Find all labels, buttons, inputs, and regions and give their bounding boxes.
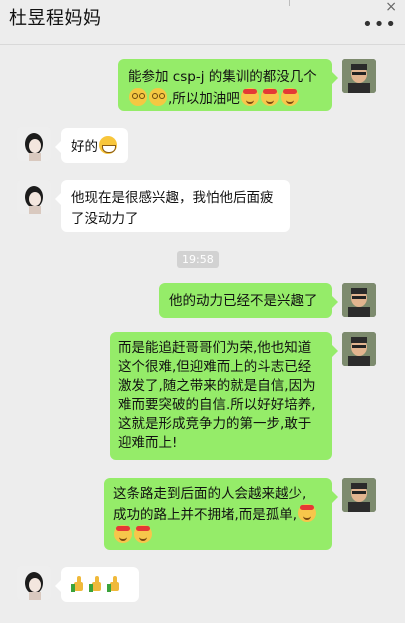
message-line: 这就是形成竞争力的第一步,敢于 <box>118 416 312 432</box>
fist-headband-icon <box>260 88 279 106</box>
avatar-me[interactable] <box>342 332 376 366</box>
message-bubble-outgoing[interactable]: 他的动力已经不是兴趣了 <box>159 283 338 318</box>
avatar-me[interactable] <box>342 478 376 512</box>
chat-title: 杜昱程妈妈 <box>9 8 102 29</box>
close-icon[interactable]: × <box>385 0 397 14</box>
fist-headband-icon <box>280 88 299 106</box>
avatar-me[interactable] <box>342 59 376 93</box>
message-bubble-outgoing[interactable]: 这条路走到后面的人会越来越少, 成功的路上并不拥堵,而是孤单, <box>104 478 338 550</box>
thumbs-up-icon <box>107 576 123 592</box>
message-line-3 <box>113 525 323 546</box>
header-divider <box>0 44 405 45</box>
message-text: 好的 <box>71 139 98 155</box>
message-line: 难而要突破的自信.所以好好培养, <box>118 397 316 413</box>
message-line: 这个很难,但迎难而上的斗志已经 <box>118 359 312 375</box>
more-options-icon[interactable]: ••• <box>362 14 397 35</box>
dizzy-face-icon <box>129 88 147 106</box>
avatar-contact[interactable] <box>17 127 51 161</box>
message-line: 而是能追赶哥哥们为荣,他也知道 <box>118 340 312 356</box>
message-line-1: 他现在是很感兴趣，我怕他后面疲 <box>71 190 274 206</box>
message-bubble-incoming[interactable]: 他现在是很感兴趣，我怕他后面疲 了没动力了 <box>55 180 290 232</box>
message-bubble-incoming[interactable] <box>55 567 139 602</box>
avatar-contact[interactable] <box>17 180 51 214</box>
message-line-2: 了没动力了 <box>71 211 139 227</box>
fist-headband-icon <box>134 525 152 543</box>
divider <box>289 0 290 6</box>
message-line: 激发了,随之带来的就是自信,因为 <box>118 378 316 394</box>
message-line-2: 成功的路上并不拥堵,而是孤单, <box>113 504 323 525</box>
message-bubble-outgoing[interactable]: 而是能追赶哥哥们为荣,他也知道 这个很难,但迎难而上的斗志已经 激发了,随之带来… <box>110 332 338 460</box>
message-bubble-outgoing[interactable]: 能参加 csp-j 的集训的都没几个 ,所以加油吧 <box>118 59 338 111</box>
message-line: 迎难而上! <box>118 435 178 451</box>
thumbs-up-icon <box>89 576 105 592</box>
avatar-me[interactable] <box>342 283 376 317</box>
message-text: 他的动力已经不是兴趣了 <box>169 293 318 309</box>
message-line-2: ,所以加油吧 <box>128 88 322 110</box>
thumbs-up-icon <box>71 576 87 592</box>
fist-headband-icon <box>298 504 317 522</box>
dizzy-face-icon <box>149 88 167 106</box>
message-text: 能参加 csp-j 的集训的都没几个 <box>128 69 317 85</box>
message-bubble-incoming[interactable]: 好的 <box>55 128 128 163</box>
fist-headband-icon <box>240 88 259 106</box>
fist-headband-icon <box>114 525 132 543</box>
grin-icon <box>99 136 117 154</box>
timestamp: 19:58 <box>177 251 219 268</box>
message-line-1: 这条路走到后面的人会越来越少, <box>113 486 307 502</box>
avatar-contact[interactable] <box>17 566 51 600</box>
chat-header: 杜昱程妈妈 × ••• <box>0 0 405 44</box>
